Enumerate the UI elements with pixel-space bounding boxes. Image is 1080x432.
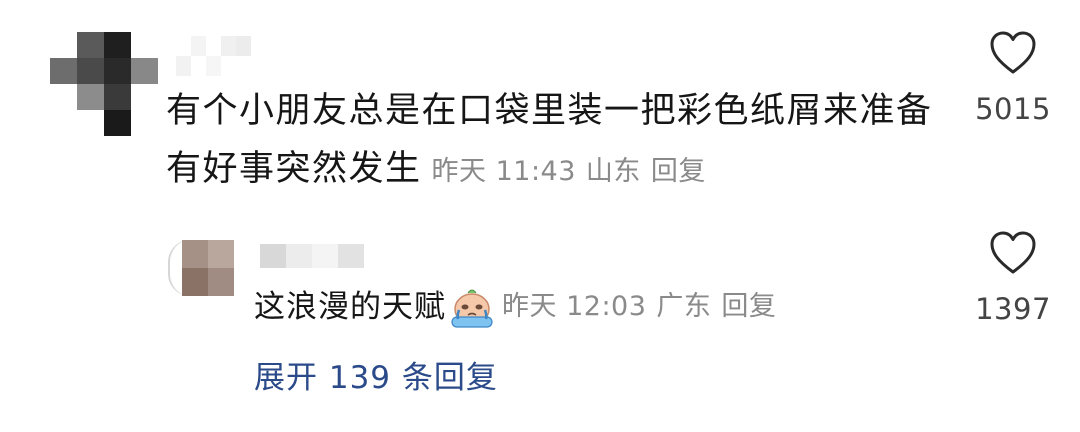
reply-text: 这浪漫的天赋 xyxy=(254,289,446,325)
reply-time: 昨天 12:03 xyxy=(502,291,647,322)
username-blurred[interactable] xyxy=(176,36,266,76)
comment-location: 山东 xyxy=(585,156,641,187)
reply-like-control: 1397 xyxy=(968,230,1058,326)
like-count: 5015 xyxy=(975,92,1051,126)
reply-username-blurred[interactable] xyxy=(260,244,364,268)
like-control: 5015 xyxy=(968,30,1058,126)
reply-location: 广东 xyxy=(656,291,712,322)
expand-replies-link[interactable]: 展开 139 条回复 xyxy=(254,352,498,397)
avatar[interactable] xyxy=(50,32,158,136)
reply-avatar[interactable] xyxy=(168,240,236,296)
reply-reply-button[interactable]: 回复 xyxy=(721,291,776,322)
comment-body: 有个小朋友总是在口袋里装一把彩色纸屑来准备有好事突然发生 昨天 11:43 山东 回复 xyxy=(166,82,936,201)
reply-meta: 昨天 12:03 广东 回复 xyxy=(502,282,776,332)
reply-body: 这浪漫的天赋 昨天 12:03 广东 回复 xyxy=(254,282,776,332)
comment-item: 有个小朋友总是在口袋里装一把彩色纸屑来准备有好事突然发生 昨天 11:43 山东 回复… xyxy=(0,0,1080,200)
heart-outline-icon[interactable] xyxy=(989,30,1037,76)
comment-meta: 昨天 11:43 山东 回复 xyxy=(432,156,706,187)
crying-face-emoji xyxy=(451,289,493,328)
reply-button[interactable]: 回复 xyxy=(651,156,706,187)
avatar-pixelated xyxy=(182,240,234,296)
comment-time: 昨天 11:43 xyxy=(431,156,576,187)
heart-outline-icon[interactable] xyxy=(989,230,1037,276)
reply-like-count: 1397 xyxy=(975,292,1051,326)
